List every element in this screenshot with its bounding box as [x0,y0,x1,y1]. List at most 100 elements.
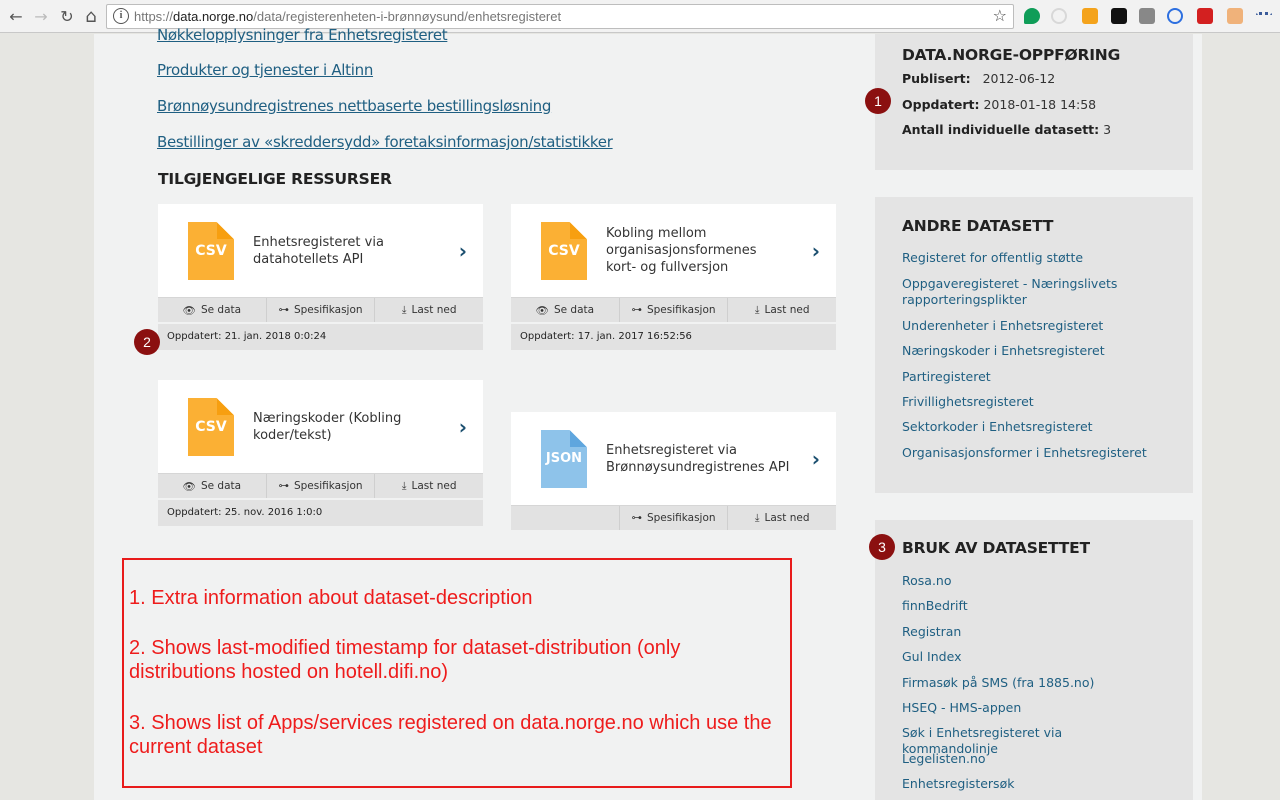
last-ned-button[interactable]: ⤓ Last ned [375,298,483,322]
home-button[interactable]: ⌂ [81,5,101,27]
callout-badge-2: 2 [134,329,160,355]
callout-badge-3: 3 [869,534,895,560]
wave-extension-icon[interactable] [1167,8,1183,24]
csv-file-icon: CSV [541,222,587,280]
resource-actions: 👁 Se data ⊶ Spesifikasjon ⤓ Last ned [511,297,836,324]
resource-updated-timestamp: Oppdatert: 21. jan. 2018 0:0:24 [158,324,483,350]
sync-icon[interactable] [1051,8,1067,24]
annotation-box: 1. Extra information about dataset-descr… [122,558,792,788]
home-icon: ⌂ [85,5,97,27]
link-bestillingslosning[interactable]: Brønnøysundregistrenes nettbaserte besti… [157,97,551,115]
arrow-left-icon: ← [9,6,23,26]
lastpass-icon[interactable] [1197,8,1213,24]
eye-icon: 👁 [182,480,196,493]
resource-card-header[interactable]: CSV Enhetsregisteret via datahotellets A… [158,204,483,297]
download-icon: ⤓ [754,511,760,524]
hangouts-icon[interactable] [1024,8,1040,24]
json-file-icon: JSON [541,430,587,488]
annotation-line-2: 2. Shows last-modified timestamp for dat… [129,637,681,683]
usage-app-link[interactable]: Legelisten.no [902,751,1162,767]
link-icon: ⊶ [631,304,642,316]
resource-actions: 👁 Se data ⊶ Spesifikasjon ⤓ Last ned [158,473,483,500]
annotation-line-3: 3. Shows list of Apps/services registere… [129,712,772,758]
resource-card: CSV Næringskoder (Kobling koder/tekst) ›… [158,380,483,526]
download-icon: ⤓ [401,303,407,316]
csv-file-icon: CSV [188,222,234,280]
resource-title[interactable]: Enhetsregisteret via Brønnøysundregistre… [606,442,806,476]
link-nokkelopplysninger[interactable]: Nøkkelopplysninger fra Enhetsregisteret [157,26,448,44]
face-extension-icon[interactable] [1227,8,1243,24]
other-dataset-link[interactable]: Sektorkoder i Enhetsregisteret [902,419,1162,435]
link-skreddersydd[interactable]: Bestillinger av «skreddersydd» foretaksi… [157,133,613,151]
other-dataset-link[interactable]: Næringskoder i Enhetsregisteret [902,343,1162,359]
other-dataset-link[interactable]: Underenheter i Enhetsregisteret [902,318,1162,334]
last-ned-button[interactable]: ⤓ Last ned [375,474,483,498]
resource-updated-timestamp: Oppdatert: 17. jan. 2017 16:52:56 [511,324,836,350]
other-dataset-link[interactable]: Partiregisteret [902,369,1162,385]
dataset-entry-box: DATA.NORGE-OPPFØRING Publisert: 2012-06-… [875,34,1193,170]
other-dataset-link[interactable]: Organisasjonsformer i Enhetsregisteret [902,445,1162,461]
se-data-button[interactable]: 👁 Se data [158,298,267,322]
resource-actions: 👁 Se data ⊶ Spesifikasjon ⤓ Last ned [158,297,483,324]
resource-card: CSV Kobling mellom organisasjonsformenes… [511,204,836,350]
download-icon: ⤓ [401,479,407,492]
other-datasets-heading: ANDRE DATASETT [902,217,1054,235]
last-ned-button[interactable]: ⤓ Last ned [728,506,836,530]
bookmark-star-icon[interactable]: ☆ [993,6,1007,25]
resource-card-header[interactable]: CSV Kobling mellom organisasjonsformenes… [511,204,836,297]
arrow-right-icon: → [34,6,48,26]
resource-card-header[interactable]: JSON Enhetsregisteret via Brønnøysundreg… [511,412,836,505]
chevron-right-icon[interactable]: › [812,447,820,471]
spesifikasjon-button[interactable]: ⊶ Spesifikasjon [267,298,376,322]
resource-title[interactable]: Kobling mellom organisasjonsformenes kor… [606,225,786,276]
resource-title[interactable]: Enhetsregisteret via datahotellets API [253,234,433,268]
other-dataset-link[interactable]: Oppgaveregisteret - Næringslivets rappor… [902,276,1162,308]
callout-badge-1: 1 [865,88,891,114]
spesifikasjon-button[interactable]: ⊶ Spesifikasjon [620,506,729,530]
spesifikasjon-button[interactable]: ⊶ Spesifikasjon [620,298,729,322]
published-row: Publisert: 2012-06-12 [902,71,1056,86]
entry-heading: DATA.NORGE-OPPFØRING [902,46,1121,64]
url-text[interactable]: https://data.norge.no/data/registerenhet… [134,9,561,24]
reload-button[interactable]: ↻ [57,6,77,26]
info-icon[interactable]: i [113,8,129,24]
usage-app-link[interactable]: Firmasøk på SMS (fra 1885.no) [902,675,1162,691]
other-dataset-link[interactable]: Frivillighetsregisteret [902,394,1162,410]
other-dataset-link[interactable]: Registeret for offentlig støtte [902,250,1162,266]
reload-icon: ↻ [60,6,74,26]
link-altinn[interactable]: Produkter og tjenester i Altinn [157,61,373,79]
se-data-button[interactable]: 👁 Se data [511,298,620,322]
dots-extension-icon[interactable] [1256,12,1272,20]
usage-heading: BRUK AV DATASETTET [902,539,1090,557]
resource-title[interactable]: Næringskoder (Kobling koder/tekst) [253,410,433,444]
document-extension-icon[interactable] [1111,8,1127,24]
chart-extension-icon[interactable] [1082,8,1098,24]
usage-app-link[interactable]: finnBedrift [902,598,1162,614]
camera-icon[interactable] [1139,8,1155,24]
se-data-button[interactable]: 👁 Se data [158,474,267,498]
usage-app-link[interactable]: HSEQ - HMS-appen [902,700,1162,716]
chevron-right-icon[interactable]: › [459,415,467,439]
back-button[interactable]: ← [6,6,26,26]
url-scheme: https:// [134,9,174,24]
dataset-usage-box: BRUK AV DATASETTET Rosa.no finnBedrift R… [875,520,1193,800]
usage-app-link[interactable]: Gul Index [902,649,1162,665]
usage-app-link[interactable]: Enhetsregistersøk [902,776,1162,792]
download-icon: ⤓ [754,303,760,316]
chevron-right-icon[interactable]: › [459,239,467,263]
updated-row: Oppdatert: 2018-01-18 14:58 [902,97,1097,112]
link-icon: ⊶ [631,512,642,524]
link-icon: ⊶ [278,304,289,316]
spesifikasjon-button[interactable]: ⊶ Spesifikasjon [267,474,376,498]
last-ned-button[interactable]: ⤓ Last ned [728,298,836,322]
usage-app-link[interactable]: Registran [902,624,1162,640]
usage-app-link[interactable]: Rosa.no [902,573,1162,589]
resources-heading: TILGJENGELIGE RESSURSER [158,170,392,188]
forward-button[interactable]: → [31,6,51,26]
chevron-right-icon[interactable]: › [812,239,820,263]
url-path: /data/registerenheten-i-brønnøysund/enhe… [253,9,562,24]
resource-card-header[interactable]: CSV Næringskoder (Kobling koder/tekst) › [158,380,483,473]
resource-card: JSON Enhetsregisteret via Brønnøysundreg… [511,412,836,532]
dataset-count-row: Antall individuelle datasett: 3 [902,122,1112,137]
eye-icon: 👁 [182,304,196,317]
